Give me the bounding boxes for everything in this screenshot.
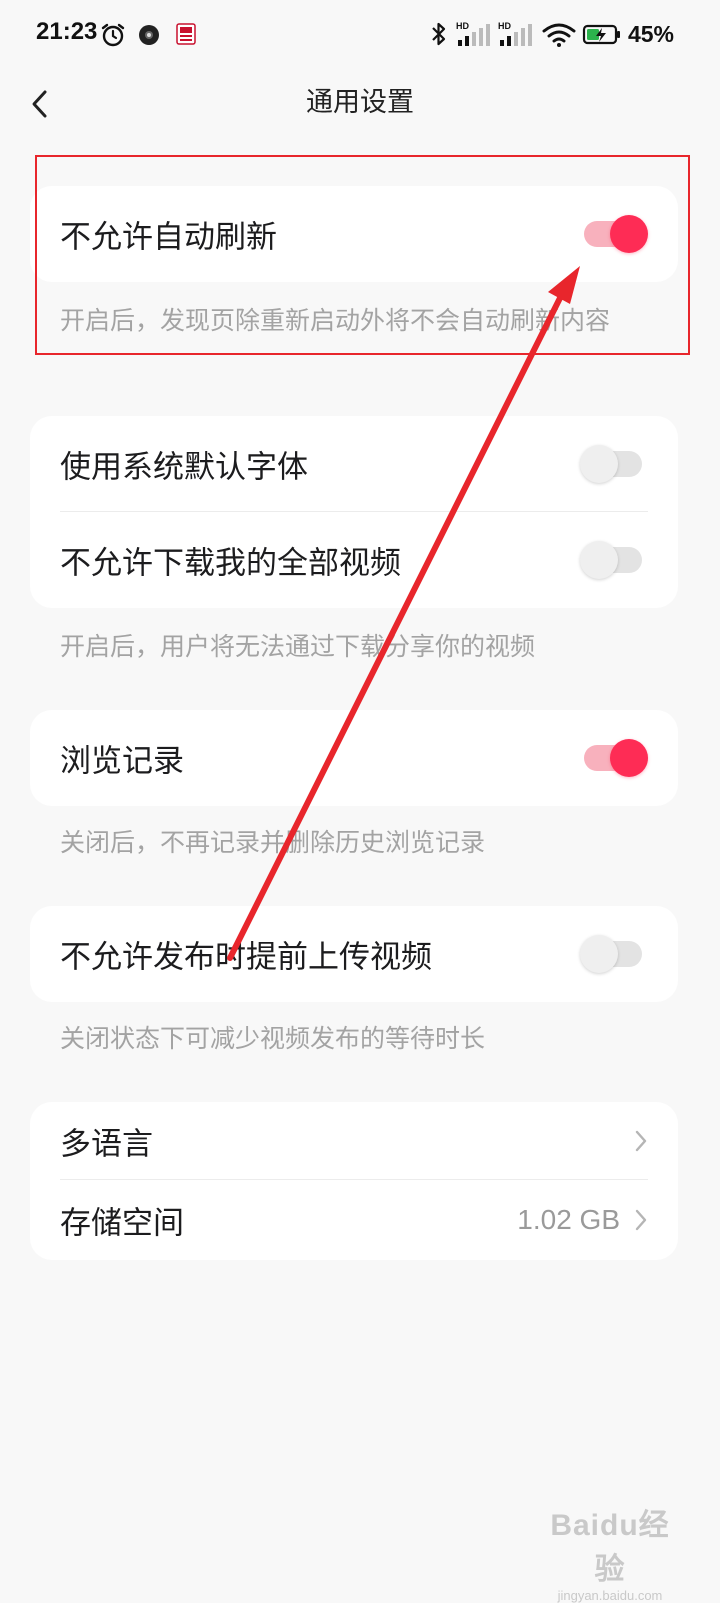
toggle-knob — [610, 215, 648, 253]
page-title: 通用设置 — [306, 87, 414, 118]
status-bar: 21:23 HD HD 45% — [0, 0, 720, 70]
settings-card-misc: 多语言 存储空间 1.02 GB — [30, 1102, 678, 1260]
hint-pre-upload: 关闭状态下可减少视频发布的等待时长 — [60, 1024, 486, 1053]
app-notification-icon — [176, 23, 196, 45]
toggle-knob — [580, 445, 618, 483]
setting-row-disallow-download[interactable]: 不允许下载我的全部视频 — [30, 512, 678, 608]
signal-icon: HD — [498, 21, 532, 46]
status-time: 21:23 — [36, 18, 98, 45]
setting-row-storage[interactable]: 存储空间 1.02 GB — [30, 1180, 678, 1260]
toggle-pre-upload[interactable] — [580, 935, 642, 973]
battery-percent: 45% — [627, 20, 674, 47]
toggle-browsing-history[interactable] — [584, 739, 648, 777]
status-left-icons — [100, 20, 198, 50]
watermark-logo: Baidu经验 — [550, 1509, 670, 1586]
storage-value: 1.02 GB — [517, 1204, 620, 1235]
setting-row-system-font[interactable]: 使用系统默认字体 — [30, 416, 678, 512]
setting-label: 多语言 — [60, 1126, 153, 1163]
watermark-url: jingyan.baidu.com — [557, 1588, 663, 1603]
toggle-knob — [580, 935, 618, 973]
setting-row-pre-upload[interactable]: 不允许发布时提前上传视频 — [30, 906, 678, 1002]
toggle-knob — [610, 739, 648, 777]
bluetooth-icon — [432, 22, 446, 46]
toggle-knob — [580, 541, 618, 579]
settings-card-history: 浏览记录 — [30, 710, 678, 806]
setting-label: 存储空间 — [60, 1205, 184, 1242]
svg-text:HD: HD — [498, 21, 511, 31]
battery-charging-icon — [582, 24, 620, 45]
setting-row-browsing-history[interactable]: 浏览记录 — [30, 710, 678, 806]
chevron-right-icon — [635, 1209, 647, 1231]
toggle-system-font[interactable] — [580, 445, 642, 483]
setting-row-language[interactable]: 多语言 — [30, 1102, 678, 1180]
signal-icon: HD — [456, 21, 490, 46]
setting-label: 使用系统默认字体 — [60, 449, 308, 486]
nav-bar: 通用设置 — [0, 70, 720, 150]
setting-label: 浏览记录 — [60, 743, 184, 780]
settings-card-font-download: 使用系统默认字体 不允许下载我的全部视频 — [30, 416, 678, 608]
settings-card-upload: 不允许发布时提前上传视频 — [30, 906, 678, 1002]
setting-label: 不允许下载我的全部视频 — [60, 545, 401, 582]
camera-notification-icon — [139, 25, 159, 45]
setting-row-auto-refresh[interactable]: 不允许自动刷新 — [30, 186, 678, 282]
chevron-right-icon — [635, 1130, 647, 1152]
wifi-icon — [542, 23, 576, 47]
hint-auto-refresh: 开启后，发现页除重新启动外将不会自动刷新内容 — [60, 306, 611, 335]
setting-label: 不允许自动刷新 — [60, 219, 277, 256]
status-right-icons: HD HD 45% — [430, 18, 674, 50]
watermark: Baidu经验 jingyan.baidu.com — [540, 1500, 680, 1603]
hint-browsing-history: 关闭后，不再记录并删除历史浏览记录 — [60, 828, 486, 857]
toggle-auto-refresh[interactable] — [584, 215, 648, 253]
svg-text:HD: HD — [456, 21, 469, 31]
toggle-disallow-download[interactable] — [580, 541, 642, 579]
setting-label: 不允许发布时提前上传视频 — [60, 939, 432, 976]
hint-disallow-download: 开启后，用户将无法通过下载分享你的视频 — [60, 632, 536, 661]
alarm-icon — [101, 23, 125, 47]
settings-card-auto-refresh: 不允许自动刷新 — [30, 186, 678, 282]
